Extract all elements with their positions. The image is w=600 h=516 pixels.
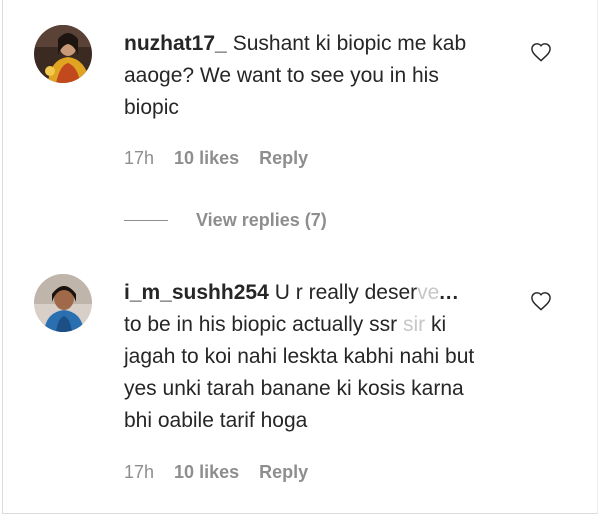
comment-time[interactable]: 17h bbox=[124, 148, 154, 168]
comment-text-line2: to be in his biopic actually ssr bbox=[124, 313, 398, 336]
comment-meta: 17h 10 likes Reply bbox=[124, 148, 328, 169]
comment-likes[interactable]: 10 likes bbox=[174, 148, 239, 168]
avatar[interactable] bbox=[34, 25, 92, 83]
heart-outline-icon[interactable] bbox=[530, 42, 552, 62]
comment-time[interactable]: 17h bbox=[124, 462, 154, 482]
heart-outline-icon[interactable] bbox=[530, 291, 552, 311]
reply-button[interactable]: Reply bbox=[259, 462, 308, 482]
comment-username[interactable]: i_m_sushh254 bbox=[124, 281, 269, 304]
reply-button[interactable]: Reply bbox=[259, 148, 308, 168]
comment-username[interactable]: nuzhat17_ bbox=[124, 32, 227, 55]
avatar[interactable] bbox=[34, 274, 92, 332]
comment-body: nuzhat17_ Sushant ki biopic me kab aaoge?… bbox=[124, 28, 494, 124]
comment-text-line2-fade: sir bbox=[402, 313, 426, 336]
more-dots[interactable]: ... bbox=[439, 282, 459, 304]
comment-text-lead: U r really deser bbox=[274, 281, 418, 304]
comment-body: i_m_sushh254 U r really deserve... to be … bbox=[124, 277, 494, 437]
comment-meta: 17h 10 likes Reply bbox=[124, 462, 328, 483]
comment-text-fade: ve bbox=[417, 281, 440, 304]
view-replies-button[interactable]: View replies (7) bbox=[124, 206, 327, 234]
view-replies-label: View replies (7) bbox=[196, 209, 327, 230]
comment-likes[interactable]: 10 likes bbox=[174, 462, 239, 482]
comments-panel: nuzhat17_ Sushant ki biopic me kab aaoge?… bbox=[2, 0, 598, 514]
view-replies-line bbox=[124, 219, 168, 221]
